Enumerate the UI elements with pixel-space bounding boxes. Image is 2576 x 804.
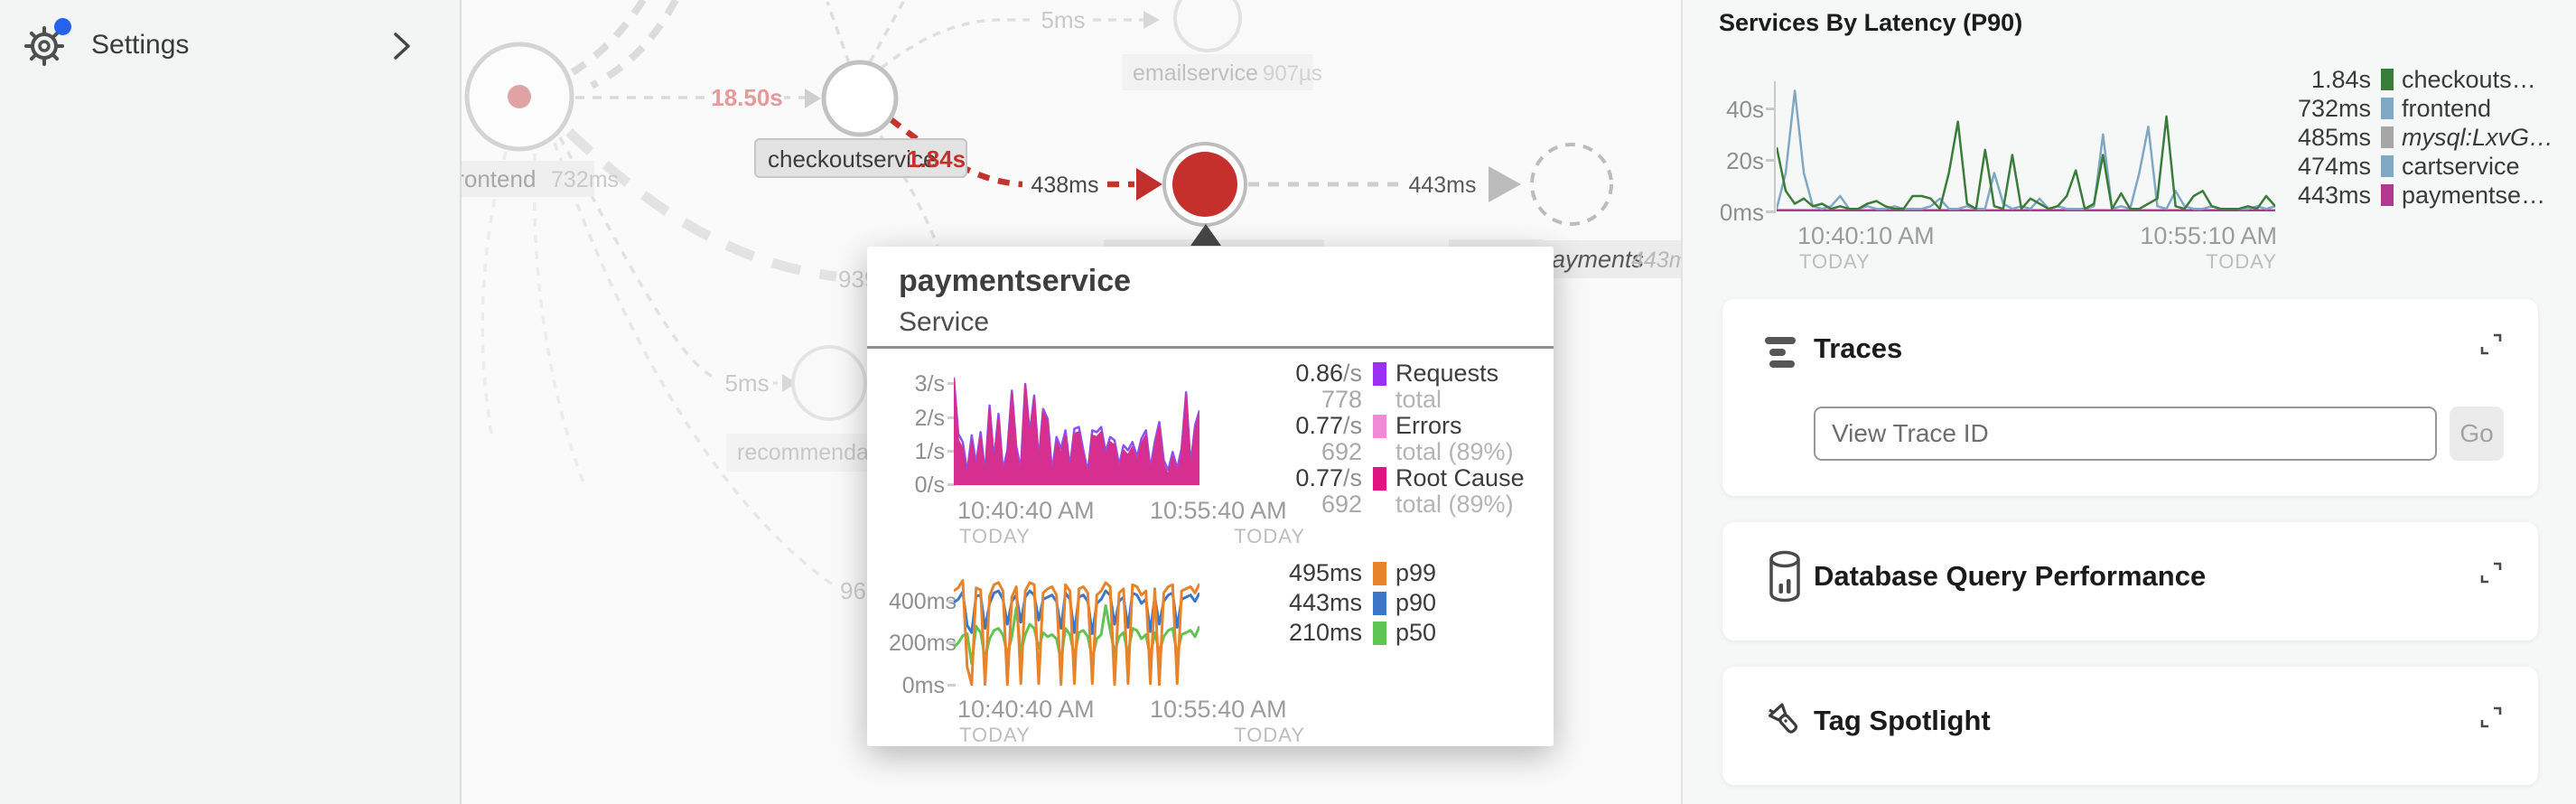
left-sidebar: Settings (0, 0, 462, 804)
rate-ytick: 0/s (889, 472, 945, 499)
frontend-label: frontend (450, 165, 536, 192)
frontend-swatch (2381, 98, 2394, 119)
rate-ytick: 3/s (889, 371, 945, 397)
database-query-title: Database Query Performance (1814, 560, 2206, 593)
p99-swatch (1373, 562, 1386, 585)
right-panel: Services By Latency (P90) 40s 20s 0ms 10… (1681, 0, 2576, 804)
expand-icon[interactable] (2477, 330, 2506, 363)
expand-icon[interactable] (2477, 558, 2506, 592)
popup-pointer-arrow (1190, 224, 1221, 246)
latency-ytick: 400ms (889, 589, 945, 615)
arrowhead-payments-external (1489, 166, 1521, 202)
percentile-chart (954, 576, 1199, 686)
tag-spotlight-card[interactable]: Tag Spotlight (1722, 667, 2538, 785)
trace-id-input[interactable] (1814, 407, 2437, 461)
email-label: emailservice (1133, 61, 1258, 86)
cartservice-swatch (2381, 155, 2394, 177)
edge-label-443ms: 443ms (1408, 173, 1476, 198)
checkoutservice-swatch (2381, 69, 2394, 90)
edge-label-5ms-email: 5ms (1041, 6, 1085, 33)
latency-ytick: 200ms (889, 631, 945, 657)
traces-title: Traces (1814, 332, 1902, 365)
arrowhead-email (1143, 11, 1160, 29)
p90-swatch (1373, 592, 1386, 615)
database-query-performance-card[interactable]: Database Query Performance (1722, 522, 2538, 640)
rp-ytick: 0ms (1699, 199, 1764, 227)
edge-label-18-50s: 18.50s (711, 84, 783, 111)
services-latency-chart (1777, 83, 2275, 211)
node-paymentservice[interactable] (1172, 152, 1237, 217)
services-latency-legend: 1.84scheckouts… 732msfrontend 485msmysql… (2281, 65, 2553, 210)
latency-ytick: 0ms (889, 673, 945, 699)
requests-swatch (1373, 362, 1386, 386)
database-icon (1764, 549, 1806, 610)
popup-title: paymentservice (899, 264, 1131, 299)
settings-notification-dot (54, 18, 71, 35)
sidebar-item-settings[interactable]: Settings (0, 7, 460, 70)
latency-xtick-left: 10:40:40 AM (957, 696, 1095, 724)
node-payments-external[interactable] (1532, 145, 1611, 224)
arrowhead-payment-red (1136, 168, 1162, 201)
p50-swatch (1373, 622, 1386, 645)
rate-chart (954, 374, 1199, 485)
edge-label-5ms-recommendation: 5ms (724, 369, 769, 397)
rp-y-axis (1774, 81, 1776, 213)
popup-subtitle: Service (899, 307, 989, 338)
chevron-right-icon[interactable] (390, 30, 414, 67)
rate-ytick: 2/s (889, 406, 945, 432)
node-recommendationservice[interactable] (793, 347, 865, 419)
latency-chart-title: Services By Latency (P90) (1719, 9, 2022, 37)
rp-xtick-left: 10:40:10 AM (1797, 222, 1935, 250)
rate-xtick-left: 10:40:40 AM (957, 497, 1095, 525)
go-button[interactable]: Go (2450, 407, 2504, 461)
flashlight-icon (1760, 696, 1811, 751)
root-cause-swatch (1373, 467, 1386, 491)
traces-icon (1764, 335, 1804, 374)
settings-label: Settings (91, 30, 189, 61)
checkout-latency: 1.84s (907, 145, 966, 173)
rp-xtick-right: 10:55:10 AM (2123, 222, 2277, 250)
rp-ytick: 40s (1699, 96, 1764, 124)
traces-card[interactable]: Traces Go (1722, 299, 2538, 496)
errors-swatch (1373, 415, 1386, 438)
node-emailservice[interactable] (1175, 0, 1240, 51)
node-checkoutservice[interactable] (824, 62, 896, 135)
paymentservice-swatch (2381, 184, 2394, 206)
email-latency: 907µs (1263, 61, 1322, 86)
rp-ytick: 20s (1699, 147, 1764, 175)
percentile-legend: 495msp99 443msp90 210msp50 (1254, 558, 1552, 648)
mysql-swatch (2381, 126, 2394, 148)
latency-xtick-right: 10:55:40 AM (1150, 696, 1287, 724)
node-frontend-error-dot (508, 85, 531, 108)
tag-spotlight-title: Tag Spotlight (1814, 705, 1991, 737)
arrowhead-checkout (805, 89, 821, 108)
paymentservice-popup: paymentservice Service 3/s 2/s 1/s 0/s 1… (867, 247, 1554, 746)
apm-service-map-page: 18.50s 438ms 443ms 5ms 5ms 939µs 968µs f… (0, 0, 2576, 804)
popup-divider (867, 346, 1554, 349)
frontend-latency: 732ms (551, 167, 619, 192)
rate-legend: 0.86/sRequests 778total 0.77/sErrors 692… (1254, 360, 1552, 518)
rate-ytick: 1/s (889, 439, 945, 465)
edge-label-438ms: 438ms (1031, 173, 1098, 198)
expand-icon[interactable] (2477, 703, 2506, 736)
